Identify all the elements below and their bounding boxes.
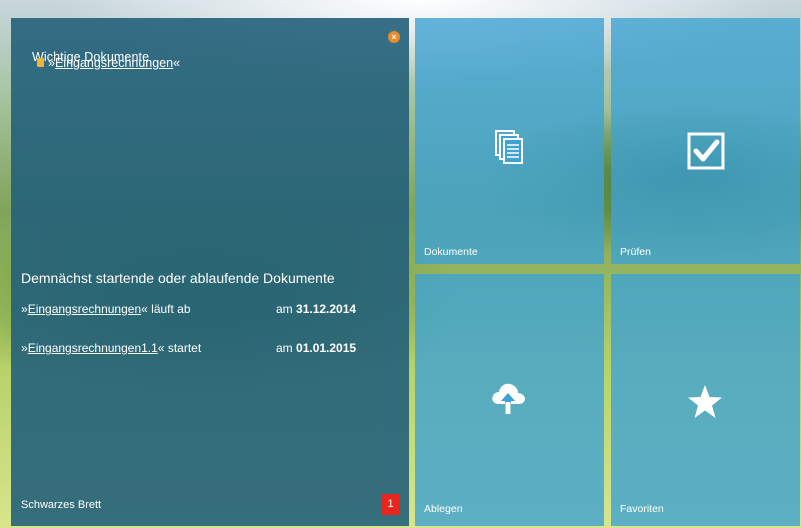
bulletin-board-label: Schwarzes Brett xyxy=(21,499,102,511)
tile-favoriten[interactable]: Favoriten xyxy=(611,274,800,526)
close-icon[interactable]: × xyxy=(388,31,400,43)
tile-ablegen[interactable]: Ablegen xyxy=(415,274,604,526)
upcoming-document-link[interactable]: Eingangsrechnungen1.1 xyxy=(28,341,158,355)
important-document-item: »Eingangsrechnungen« xyxy=(37,56,180,70)
tile-pruefen[interactable]: Prüfen xyxy=(611,18,800,264)
file-icon xyxy=(37,58,44,67)
document-link[interactable]: Eingangsrechnungen xyxy=(55,56,173,70)
tile-label: Ablegen xyxy=(424,503,463,515)
upcoming-section-title: Demnächst startende oder ablaufende Doku… xyxy=(21,270,335,286)
upcoming-row: »Eingangsrechnungen1.1« startet am 01.01… xyxy=(21,341,356,355)
tile-dokumente[interactable]: Dokumente xyxy=(415,18,604,264)
quote-close: « xyxy=(173,56,181,70)
date-prefix: am xyxy=(276,341,297,355)
date-prefix: am xyxy=(276,302,297,316)
checkbox-icon xyxy=(687,132,725,170)
row-status: läuft ab xyxy=(147,302,191,316)
tile-label: Dokumente xyxy=(424,246,478,258)
row-date: am 31.12.2014 xyxy=(276,302,356,316)
tile-label: Prüfen xyxy=(620,246,651,258)
notification-count-badge[interactable]: 1 xyxy=(382,494,399,515)
star-icon xyxy=(688,385,722,418)
quote-open: » xyxy=(21,302,28,316)
documents-icon xyxy=(495,130,523,164)
quote-open: » xyxy=(21,341,28,355)
row-status: startet xyxy=(164,341,202,355)
quote-open: » xyxy=(48,56,55,70)
row-date: am 01.01.2015 xyxy=(276,341,356,355)
tile-label: Favoriten xyxy=(620,503,664,515)
upcoming-row: »Eingangsrechnungen« läuft ab am 31.12.2… xyxy=(21,302,356,316)
date-value: 31.12.2014 xyxy=(296,302,357,316)
date-value: 01.01.2015 xyxy=(296,341,357,355)
quote-close: « xyxy=(141,302,148,316)
upcoming-document-link[interactable]: Eingangsrechnungen xyxy=(28,302,141,316)
cloud-upload-icon xyxy=(492,383,525,414)
